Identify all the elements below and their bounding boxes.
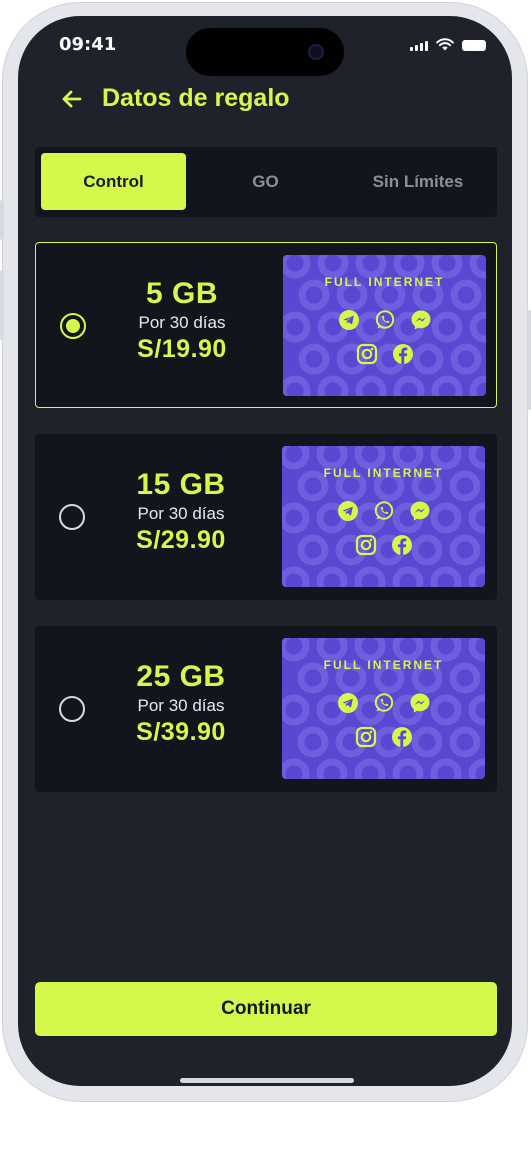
promo-title: FULL INTERNET <box>323 466 444 480</box>
phone-side-button <box>0 200 4 240</box>
plan-price: S/29.90 <box>136 526 226 554</box>
instagram-icon <box>355 534 377 556</box>
tab-sin-limites[interactable]: Sin Límites <box>345 153 491 210</box>
plan-data-amount: 5 GB <box>145 277 219 310</box>
facebook-icon <box>392 343 414 365</box>
dynamic-island <box>186 28 344 76</box>
status-icons <box>410 38 486 51</box>
facebook-icon <box>391 726 413 748</box>
app-screen: 09:41 Datos de regalo Control GO Sin Lím… <box>18 16 512 1086</box>
plan-price: S/19.90 <box>137 335 227 363</box>
battery-icon <box>462 40 486 51</box>
plan-info: 15 GB Por 30 días S/29.90 <box>113 468 249 555</box>
promo-banner: FULL INTERNET <box>283 255 486 396</box>
telegram-icon <box>337 692 359 714</box>
plan-data-amount: 15 GB <box>136 468 226 501</box>
messenger-icon <box>409 500 431 522</box>
telegram-icon <box>338 309 360 331</box>
messenger-icon <box>410 309 432 331</box>
plan-radio-button[interactable] <box>59 504 85 530</box>
whatsapp-icon <box>373 500 395 522</box>
header: Datos de regalo <box>62 84 290 113</box>
plan-period: Por 30 días <box>137 504 225 523</box>
tab-go[interactable]: GO <box>193 153 338 210</box>
page-title: Datos de regalo <box>102 84 290 112</box>
plan-price: S/39.90 <box>136 718 226 746</box>
promo-icons-row <box>282 692 485 714</box>
tab-control[interactable]: Control <box>41 153 186 210</box>
telegram-icon <box>337 500 359 522</box>
phone-side-button <box>527 310 531 410</box>
wifi-icon <box>436 38 454 51</box>
arrow-left-icon[interactable] <box>62 88 84 110</box>
instagram-icon <box>356 343 378 365</box>
whatsapp-icon <box>374 309 396 331</box>
status-time: 09:41 <box>59 34 117 55</box>
camera-icon <box>308 44 324 60</box>
plan-info: 5 GB Por 30 días S/19.90 <box>114 277 250 364</box>
instagram-icon <box>355 726 377 748</box>
plan-type-tabs: Control GO Sin Límites <box>35 147 497 217</box>
promo-banner: FULL INTERNET <box>282 446 485 587</box>
promo-icons-row <box>282 500 485 522</box>
plan-period: Por 30 días <box>138 313 226 332</box>
plan-data-amount: 25 GB <box>136 660 226 693</box>
continue-button[interactable]: Continuar <box>35 982 497 1036</box>
plan-period: Por 30 días <box>137 696 225 715</box>
signal-icon <box>410 41 428 51</box>
whatsapp-icon <box>373 692 395 714</box>
promo-banner: FULL INTERNET <box>282 638 485 779</box>
promo-title: FULL INTERNET <box>323 658 444 672</box>
home-indicator <box>180 1078 354 1083</box>
promo-icons-row <box>282 726 485 748</box>
plan-info: 25 GB Por 30 días S/39.90 <box>113 660 249 747</box>
messenger-icon <box>409 692 431 714</box>
promo-icons-row <box>283 343 486 365</box>
plan-card-15gb[interactable]: 15 GB Por 30 días S/29.90 FULL INTERNET <box>35 434 497 600</box>
facebook-icon <box>391 534 413 556</box>
plan-card-25gb[interactable]: 25 GB Por 30 días S/39.90 FULL INTERNET <box>35 626 497 792</box>
plan-radio-button[interactable] <box>60 313 86 339</box>
plan-card-5gb[interactable]: 5 GB Por 30 días S/19.90 FULL INTERNET <box>35 242 497 408</box>
phone-side-button <box>0 270 4 340</box>
promo-icons-row <box>283 309 486 331</box>
radio-selected-dot <box>66 319 80 333</box>
promo-icons-row <box>282 534 485 556</box>
promo-title: FULL INTERNET <box>324 275 445 289</box>
plan-radio-button[interactable] <box>59 696 85 722</box>
